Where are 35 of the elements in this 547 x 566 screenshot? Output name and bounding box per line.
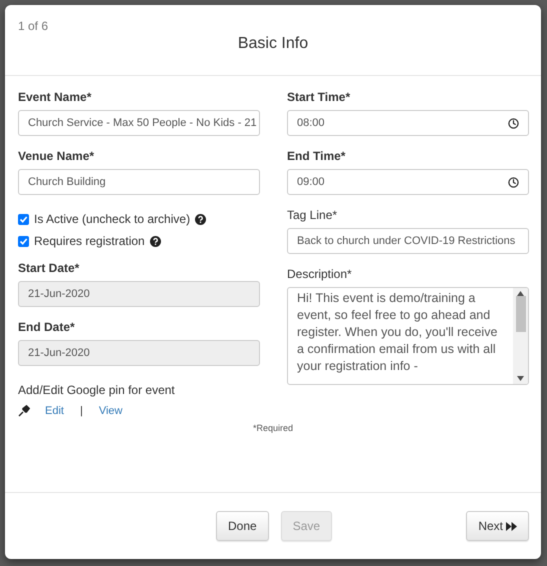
field-label: Start Date* xyxy=(18,261,80,275)
checkbox[interactable] xyxy=(18,236,29,246)
pushpin-icon xyxy=(18,405,30,417)
field-label: Event Name* xyxy=(18,90,92,104)
field-label: Start Time* xyxy=(287,90,352,104)
clock-icon[interactable] xyxy=(508,118,519,128)
scroll-down-icon[interactable] xyxy=(517,376,524,381)
view-link[interactable]: View xyxy=(98,405,122,417)
help-icon[interactable] xyxy=(150,236,161,246)
end-time-field[interactable]: 09:00 xyxy=(287,169,529,195)
clock-icon[interactable] xyxy=(508,176,519,188)
field-label: End Time* xyxy=(287,149,346,163)
start-time-field[interactable]: 08:00 xyxy=(287,110,529,136)
field-label: Venue Name* xyxy=(18,149,96,163)
checkbox-label: Is Active (uncheck to archive) xyxy=(34,212,190,226)
required-note: *Required xyxy=(252,423,294,433)
fast-forward-icon xyxy=(506,522,517,530)
dialog-title: Basic Info xyxy=(238,35,308,53)
next-button[interactable]: Next xyxy=(466,511,529,541)
edit-link[interactable]: Edit xyxy=(45,405,64,417)
venue-name-field[interactable]: Church Building xyxy=(18,169,260,195)
pin-label: Add/Edit Google pin for event xyxy=(18,383,176,397)
event-name-field[interactable]: Church Service - Max 50 People - No Kids - 21 xyxy=(18,110,260,136)
step-counter: 1 of 6 xyxy=(18,19,48,33)
checkbox[interactable] xyxy=(18,214,29,224)
tag-line-field[interactable]: Back to church under COVID-19 Restrictions xyxy=(287,228,529,254)
scrollbar-thumb[interactable] xyxy=(516,296,526,332)
dialog-button[interactable]: Done xyxy=(216,511,269,541)
field-label: End Date* xyxy=(18,320,76,334)
description-field[interactable]: Hi! This event is demo/training a event, so feel free to go ahead and register. When you do, you'll receive a confirmation email from us with all your registration info - xyxy=(287,287,529,385)
field-label: Description* xyxy=(287,267,353,281)
field-label: Tag Line* xyxy=(287,208,338,222)
checkbox-label: Requires registration xyxy=(34,234,145,248)
link-separator: | xyxy=(80,405,83,417)
help-icon[interactable] xyxy=(195,214,206,224)
